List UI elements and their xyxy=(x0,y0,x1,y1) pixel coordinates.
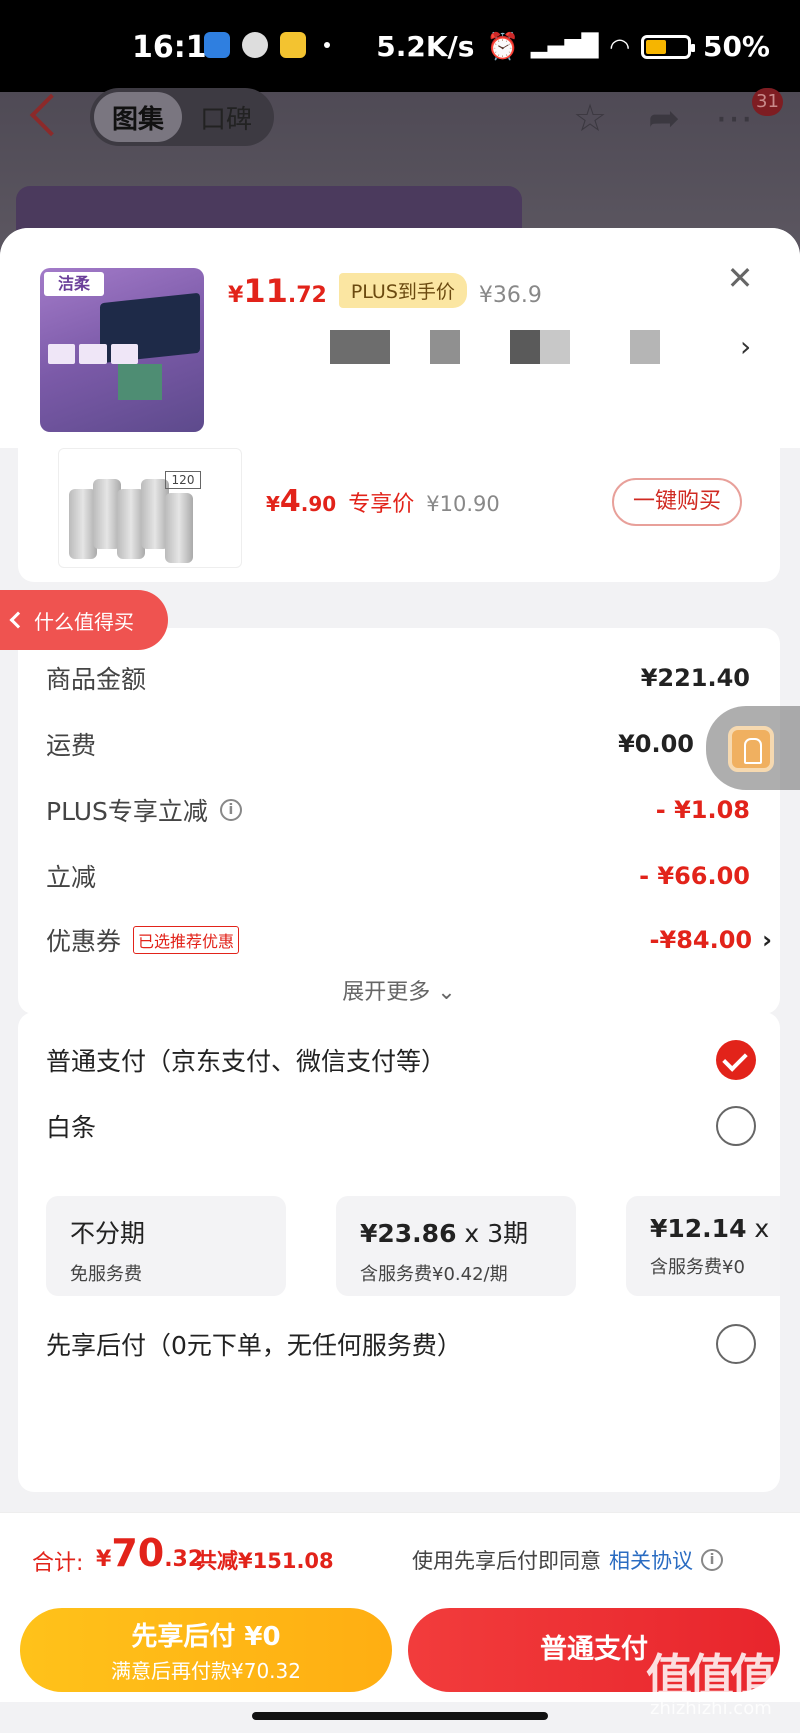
alarm-icon: ⏰ xyxy=(486,31,519,62)
chevron-left-icon xyxy=(9,611,27,629)
summary-row: 商品金额 ¥221.40 xyxy=(46,664,750,694)
product-grid xyxy=(48,344,138,364)
chevron-right-icon[interactable]: › xyxy=(740,330,751,363)
coupon-badge: 已选推荐优惠 xyxy=(133,926,240,954)
watermark: 值值值 xyxy=(646,1649,776,1703)
installment-plan[interactable]: ¥12.14 x 含服务费¥0 xyxy=(626,1196,780,1296)
share-icon[interactable]: ➦ xyxy=(642,96,686,140)
more-icon[interactable]: ⋯ xyxy=(712,96,756,140)
status-right: 5.2K/s ⏰ ▂▄▆█ ◠ 50% xyxy=(376,30,770,63)
payment-methods: 普通支付（京东支付、微信支付等） 白条 不分期 免服务费 ¥23.86 x 3期… xyxy=(18,1012,780,1492)
view-tabs: 图集 口碑 xyxy=(90,88,274,146)
coupon-row[interactable]: 优惠券 已选推荐优惠 -¥84.00 › xyxy=(46,920,772,960)
network-speed: 5.2K/s xyxy=(376,30,475,63)
total-label: 合计: xyxy=(32,1551,84,1576)
tab-reviews[interactable]: 口碑 xyxy=(182,92,270,142)
addon-item-image: 120 xyxy=(58,448,242,568)
addon-price-row: ¥4.90 专享价 ¥10.90 xyxy=(266,484,500,519)
product-accent xyxy=(118,364,162,400)
original-price: ¥36.9 xyxy=(478,283,542,308)
agreement-note: 使用先享后付即同意 相关协议 i xyxy=(412,1545,723,1575)
payment-option-baitiao[interactable]: 白条 xyxy=(46,1104,756,1148)
battery-percent: 50% xyxy=(702,30,770,63)
notification-badge: 31 xyxy=(752,88,783,116)
radio-icon[interactable] xyxy=(716,1324,756,1364)
product-image: 洁柔 xyxy=(40,268,204,432)
order-summary: 商品金额 ¥221.40 运费 ¥0.00 PLUS专享立减 i - ¥1.08 … xyxy=(18,628,780,1014)
assistive-icon xyxy=(728,726,774,772)
tab-gallery[interactable]: 图集 xyxy=(94,92,182,142)
radio-icon[interactable] xyxy=(716,1106,756,1146)
assistive-float-button[interactable] xyxy=(706,706,800,790)
signal-icon: ▂▄▆█ xyxy=(530,34,599,59)
chevron-right-icon: › xyxy=(762,926,772,954)
plus-price-tag: PLUS到手价 xyxy=(338,273,467,308)
product-header: 洁柔 ¥11.72 PLUS到手价 ¥36.9 ✕ › xyxy=(0,228,800,448)
installment-plan[interactable]: 不分期 免服务费 xyxy=(46,1196,286,1296)
info-icon[interactable]: i xyxy=(701,1549,723,1571)
one-click-buy-button[interactable]: 一键购买 xyxy=(612,478,742,526)
close-icon[interactable]: ✕ xyxy=(726,262,754,294)
package-label: 120 xyxy=(165,471,201,489)
total-bar: 合计: ¥70.32 共减¥151.08 使用先享后付即同意 相关协议 i xyxy=(0,1512,800,1604)
star-icon[interactable]: ☆ xyxy=(568,96,612,140)
plus-price: ¥11.72 xyxy=(228,272,327,310)
addon-item-card: 120 ¥4.90 专享价 ¥10.90 一键购买 xyxy=(18,448,780,582)
checkout-sheet: 洁柔 ¥11.72 PLUS到手价 ¥36.9 ✕ › 120 ¥4.90 专享… xyxy=(0,228,800,1733)
summary-row: 立减 - ¥66.00 xyxy=(46,862,750,892)
summary-row: 运费 ¥0.00 xyxy=(46,730,694,760)
app-notification-icon xyxy=(204,32,230,58)
expand-more-link[interactable]: 展开更多 ⌄ xyxy=(18,974,780,1006)
payment-option-normal[interactable]: 普通支付（京东支付、微信支付等） xyxy=(46,1038,756,1082)
pay-later-button[interactable]: 先享后付 ¥0 满意后再付款¥70.32 xyxy=(20,1608,392,1692)
variant-swatches[interactable] xyxy=(330,330,710,364)
status-bar: 16:14 5.2K/s ⏰ ▂▄▆█ ◠ 50% xyxy=(0,0,800,92)
battery-icon xyxy=(640,34,695,59)
wifi-icon: ◠ xyxy=(610,32,629,61)
smzdm-side-tag[interactable]: 什么值得买 xyxy=(0,590,168,650)
price-row: ¥11.72 PLUS到手价 ¥36.9 xyxy=(228,272,542,312)
addon-was-price: ¥10.90 xyxy=(426,492,500,516)
info-icon[interactable]: i xyxy=(219,799,242,821)
addon-price: ¥4.90 xyxy=(266,484,337,519)
home-indicator[interactable] xyxy=(252,1712,548,1720)
agreement-link[interactable]: 相关协议 xyxy=(609,1545,693,1575)
installment-plan[interactable]: ¥23.86 x 3期 含服务费¥0.42/期 xyxy=(336,1196,576,1296)
total-saved: 共减¥151.08 xyxy=(196,1549,334,1573)
summary-row: PLUS专享立减 i - ¥1.08 xyxy=(46,796,750,826)
app-notification-icon xyxy=(242,32,268,58)
brand-logo: 洁柔 xyxy=(44,272,104,296)
payment-option-pay-later[interactable]: 先享后付（0元下单，无任何服务费） xyxy=(46,1322,756,1366)
side-tag-label: 什么值得买 xyxy=(34,609,134,634)
total-amount: ¥70.32 xyxy=(96,1531,204,1575)
radio-checked-icon[interactable] xyxy=(716,1040,756,1080)
watermark-url: zhizhizhi.com xyxy=(650,1698,772,1719)
app-notification-icon xyxy=(280,32,306,58)
more-notifications-dot xyxy=(324,42,330,48)
addon-price-tag: 专享价 xyxy=(348,492,415,517)
installment-plans: 不分期 免服务费 ¥23.86 x 3期 含服务费¥0.42/期 ¥12.14 … xyxy=(46,1196,780,1296)
